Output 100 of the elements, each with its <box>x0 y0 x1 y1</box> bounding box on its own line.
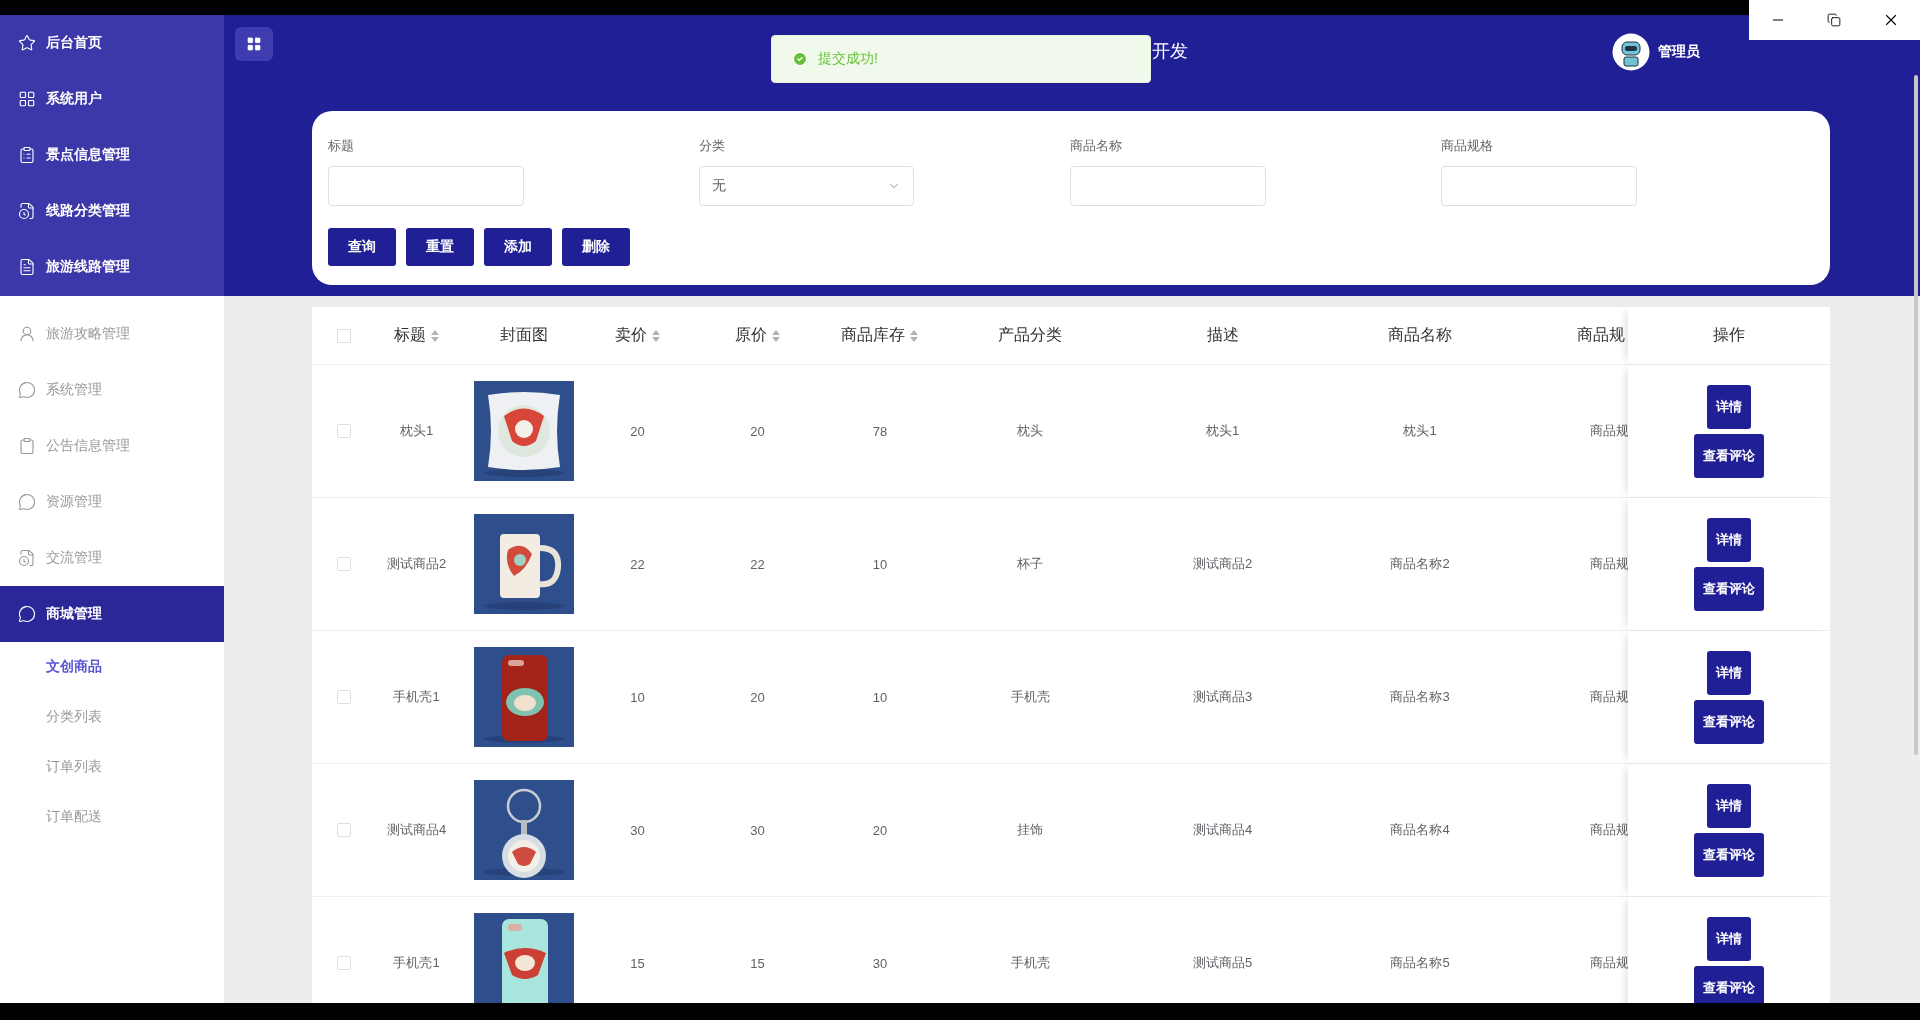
action-button[interactable]: 详情 <box>1707 384 1751 429</box>
file-list-icon <box>18 258 36 276</box>
table-cell: 商品名称2 <box>1390 555 1450 573</box>
action-button[interactable]: 查看评论 <box>1694 699 1764 744</box>
table-cell: 商品名称3 <box>1390 688 1450 706</box>
table-cell: 30 <box>750 822 765 838</box>
action-button[interactable]: 查看评论 <box>1694 433 1764 478</box>
clipboard-icon <box>18 437 36 455</box>
table-cell: 20 <box>750 423 765 439</box>
select-field[interactable]: 无 <box>699 166 914 206</box>
table-cell: 测试商品4 <box>386 821 447 839</box>
column-header[interactable]: 原价 <box>685 307 830 364</box>
toast-message: 提交成功! <box>818 50 878 68</box>
sidebar-subitem[interactable]: 文创商品 <box>0 642 224 692</box>
table-cell: 测试商品2 <box>1192 555 1253 573</box>
star-icon <box>18 34 36 52</box>
input-field[interactable] <box>1441 166 1637 206</box>
column-header[interactable]: 标题 <box>375 307 458 364</box>
checkbox[interactable] <box>336 328 351 343</box>
table-cell: 10 <box>872 689 888 705</box>
table-cell: 20 <box>872 822 888 838</box>
checkbox[interactable] <box>336 690 351 704</box>
sidebar-item[interactable]: 后台首页 <box>0 15 224 71</box>
table-cell: 手机壳 <box>1010 688 1050 706</box>
input-field[interactable] <box>328 166 524 206</box>
column-header: 描述 <box>1205 325 1240 345</box>
check-icon <box>792 51 808 67</box>
sort-icon[interactable] <box>909 328 919 343</box>
column-header: 商品规 <box>1576 325 1626 345</box>
column-header[interactable]: 卖价 <box>590 307 685 364</box>
sidebar-item[interactable]: 商城管理 <box>0 586 224 642</box>
table-cell: 手机壳1 <box>393 688 440 706</box>
sidebar-item[interactable]: 景点信息管理 <box>0 127 224 183</box>
page-title: 开发 <box>1152 40 1188 63</box>
table-cell: 挂饰 <box>1017 821 1043 839</box>
restore-icon[interactable] <box>1826 13 1841 27</box>
table-cell: 20 <box>750 689 765 705</box>
column-header: 商品名称 <box>1387 325 1453 345</box>
table-cell: 测试商品2 <box>386 555 447 573</box>
action-button[interactable]: 详情 <box>1707 916 1751 961</box>
filter-button[interactable]: 添加 <box>484 228 552 266</box>
table-cell: 商品名称4 <box>1390 821 1450 839</box>
filter-button[interactable]: 查询 <box>328 228 396 266</box>
sidebar-item[interactable]: 旅游线路管理 <box>0 239 224 295</box>
action-button[interactable]: 查看评论 <box>1694 832 1764 877</box>
file-clock-icon <box>18 549 36 567</box>
filter-button[interactable]: 重置 <box>406 228 474 266</box>
field-label: 商品规格 <box>1441 137 1494 155</box>
action-button[interactable]: 详情 <box>1707 783 1751 828</box>
table-cell: 枕头1 <box>399 422 434 440</box>
action-button[interactable]: 查看评论 <box>1694 566 1764 611</box>
column-header: 产品分类 <box>997 325 1063 345</box>
sort-icon[interactable] <box>770 328 781 343</box>
grid-icon <box>18 90 36 108</box>
file-clock-icon <box>18 202 36 220</box>
grid-icon <box>246 36 262 52</box>
table-cell: 20 <box>630 423 645 439</box>
table-cell: 15 <box>630 955 645 971</box>
user-name[interactable]: 管理员 <box>1658 43 1700 61</box>
table-cell: 商品规 <box>1590 954 1628 972</box>
sidebar-item[interactable]: 系统用户 <box>0 71 224 127</box>
table-cell: 商品规 <box>1590 555 1628 573</box>
table-cell: 30 <box>630 822 645 838</box>
menu-button[interactable] <box>235 27 273 61</box>
table-cell: 杯子 <box>1017 555 1043 573</box>
table-cell: 商品规 <box>1590 821 1628 839</box>
checkbox[interactable] <box>336 424 351 438</box>
table-cell: 枕头1 <box>1403 422 1437 440</box>
table-cell: 22 <box>750 556 765 572</box>
column-header[interactable]: 商品库存 <box>830 307 930 364</box>
column-header: 封面图 <box>499 325 549 345</box>
sort-icon[interactable] <box>429 328 440 343</box>
action-button[interactable]: 查看评论 <box>1694 965 1764 1003</box>
table-cell: 枕头 <box>1017 422 1043 440</box>
input-field[interactable] <box>1070 166 1266 206</box>
sidebar-item[interactable]: 线路分类管理 <box>0 183 224 239</box>
filter-button[interactable]: 删除 <box>562 228 630 266</box>
table-cell: 商品名称5 <box>1390 954 1450 972</box>
table-cell: 78 <box>872 423 888 439</box>
table-cell: 测试商品3 <box>1192 688 1253 706</box>
action-button[interactable]: 详情 <box>1707 650 1751 695</box>
table-cell: 30 <box>872 955 888 971</box>
checkbox[interactable] <box>336 956 351 970</box>
table-cell: 10 <box>872 556 888 572</box>
table-cell: 22 <box>630 556 645 572</box>
clipboard-icon <box>18 146 36 164</box>
field-label: 商品名称 <box>1070 137 1123 155</box>
table-cell: 手机壳1 <box>393 954 440 972</box>
table-cell: 枕头1 <box>1205 422 1240 440</box>
checkbox[interactable] <box>336 823 351 837</box>
table-cell: 手机壳 <box>1010 954 1050 972</box>
table-cell: 10 <box>630 689 645 705</box>
column-header: 操作 <box>1713 325 1745 345</box>
table-cell: 15 <box>750 955 765 971</box>
checkbox[interactable] <box>336 557 351 571</box>
action-button[interactable]: 详情 <box>1707 517 1751 562</box>
avatar-icon[interactable] <box>1612 33 1650 71</box>
chat-icon <box>18 493 36 511</box>
sort-icon[interactable] <box>650 328 661 343</box>
chat-icon <box>18 381 36 399</box>
